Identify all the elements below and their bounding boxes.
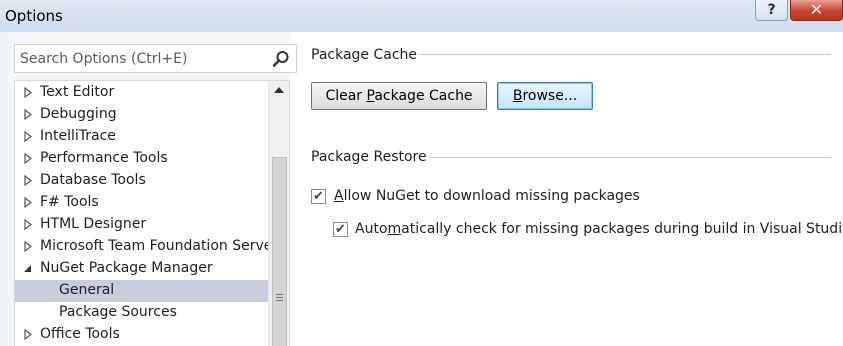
search-input[interactable] — [15, 45, 265, 72]
tree-item[interactable]: General — [15, 280, 268, 302]
tree-item-label: Debugging — [40, 106, 117, 122]
tree-item[interactable]: Microsoft Team Foundation Server — [15, 236, 278, 258]
tree-item[interactable]: NuGet Package Manager — [15, 258, 268, 280]
tree-item-label: Performance Tools — [40, 150, 168, 166]
tree-item[interactable]: F# Tools — [15, 192, 268, 214]
tree-item[interactable]: Debugging — [15, 104, 268, 126]
tree-item[interactable]: Database Tools — [15, 170, 268, 192]
triangle-right-icon[interactable] — [23, 241, 33, 252]
tree-item-label: HTML Designer — [40, 216, 147, 232]
allow-download-label[interactable]: Allow NuGet to download missing packages — [334, 188, 640, 204]
search-box[interactable] — [14, 44, 297, 73]
tree-item[interactable]: IntelliTrace — [15, 126, 268, 148]
window-title: Options — [5, 7, 63, 25]
tree-item-label: Microsoft Team Foundation Server — [40, 238, 279, 254]
grip-line — [276, 300, 283, 301]
allow-download-checkbox[interactable]: ✔ — [311, 189, 326, 204]
auto-check-checkbox[interactable]: ✔ — [333, 222, 348, 237]
triangle-right-icon[interactable] — [23, 109, 33, 120]
browse-button[interactable]: Browse... — [497, 82, 593, 110]
auto-check-label[interactable]: Automatically check for missing packages… — [355, 221, 843, 237]
grip-line — [276, 294, 283, 295]
options-tree[interactable]: Text Editor Debugging IntelliTrace Performa… — [14, 80, 290, 346]
package-restore-header: Package Restore — [311, 149, 427, 165]
triangle-right-icon[interactable] — [23, 131, 33, 142]
clear-button-text: Clear — [325, 88, 367, 104]
grip-line — [276, 297, 283, 298]
label-part: atically check for missing packages duri… — [401, 221, 843, 237]
tree-item[interactable]: Text Editor — [15, 82, 268, 104]
search-icon[interactable] — [272, 50, 290, 68]
tree-item-label: IntelliTrace — [40, 128, 116, 144]
label-part: llow NuGet to download missing packages — [343, 188, 640, 204]
tree-item-label: F# Tools — [40, 194, 99, 210]
triangle-right-icon[interactable] — [23, 87, 33, 98]
tree-scrollbar[interactable] — [268, 81, 289, 346]
tree-item-label: General — [59, 282, 115, 298]
help-button[interactable]: ? — [755, 0, 788, 21]
triangle-right-icon[interactable] — [23, 175, 33, 186]
tree-item[interactable]: HTML Designer — [15, 214, 268, 236]
tree-item-label: Text Editor — [40, 84, 115, 100]
clear-package-cache-button[interactable]: Clear Package Cache — [311, 82, 487, 110]
tree-item[interactable]: Package Sources — [15, 302, 268, 324]
group-divider — [420, 54, 831, 55]
checkmark-icon: ✔ — [313, 189, 324, 204]
triangle-right-icon[interactable] — [23, 329, 33, 340]
scroll-thumb[interactable] — [272, 157, 287, 346]
package-cache-header: Package Cache — [311, 47, 418, 63]
browse-button-text: rowse... — [522, 88, 578, 104]
tree-item-label: NuGet Package Manager — [40, 260, 213, 276]
triangle-right-icon[interactable] — [23, 153, 33, 164]
tree-item-label: Office Tools — [40, 326, 120, 342]
browse-button-accelerator: B — [512, 88, 523, 104]
close-button[interactable]: ✕ — [790, 0, 843, 21]
tree-item-label: Package Sources — [59, 304, 177, 320]
label-accelerator: m — [387, 221, 402, 237]
checkmark-icon: ✔ — [335, 222, 346, 237]
label-part: Auto — [355, 221, 388, 237]
tree-item-label: Database Tools — [40, 172, 146, 188]
clear-button-text-rest: ackage Cache — [374, 88, 473, 104]
group-divider — [430, 157, 831, 158]
tree-item[interactable]: Office Tools — [15, 324, 268, 346]
dialog-client-area: Text Editor Debugging IntelliTrace Performa… — [8, 32, 843, 346]
triangle-down-icon[interactable] — [23, 263, 33, 274]
title-bar[interactable]: Options ? ✕ — [0, 0, 843, 32]
triangle-right-icon[interactable] — [23, 197, 33, 208]
tree-item[interactable]: Performance Tools — [15, 148, 268, 170]
label-accelerator: A — [334, 188, 344, 204]
options-navigation-pane: Text Editor Debugging IntelliTrace Performa… — [8, 32, 297, 346]
scroll-up-arrow-icon[interactable] — [274, 87, 284, 93]
triangle-right-icon[interactable] — [23, 219, 33, 230]
